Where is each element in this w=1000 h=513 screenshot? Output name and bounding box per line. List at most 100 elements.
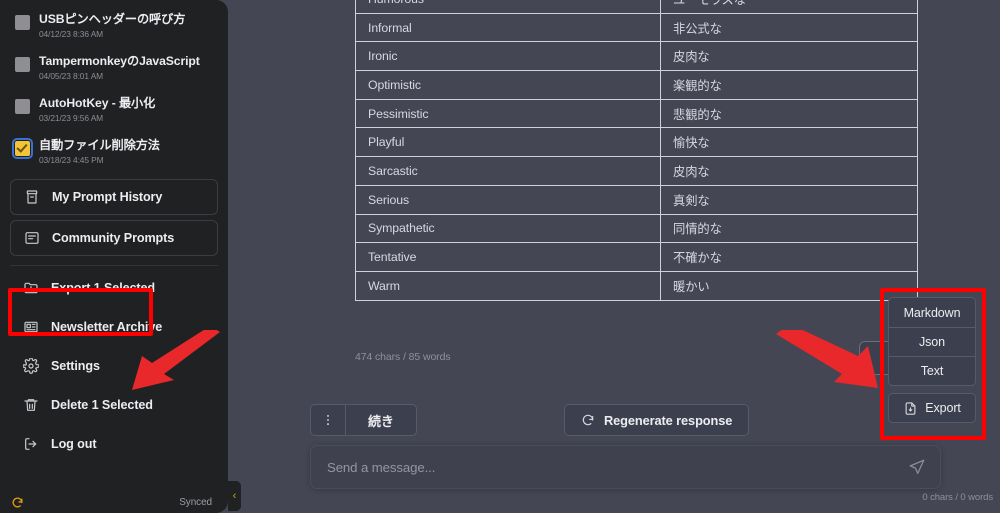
- table-row: Ironic 皮肉な: [355, 41, 918, 72]
- export-dropdown-menu: Markdown Json Text Export: [888, 297, 976, 423]
- trash-icon: [23, 397, 39, 413]
- table-cell-ja: ユーモラスな: [660, 0, 918, 14]
- table-cell-en: Humorous: [355, 0, 661, 14]
- main-content: Humorous ユーモラスな Informal 非公式な Ironic 皮肉な…: [228, 0, 1000, 513]
- send-icon[interactable]: [908, 458, 926, 476]
- app-root: USBピンヘッダーの呼び方 04/12/23 8:36 AM Tampermon…: [0, 0, 1000, 513]
- archive-icon: [24, 189, 40, 205]
- table-cell-ja: 悲観的な: [660, 98, 918, 129]
- table-cell-en: Serious: [355, 184, 661, 215]
- sync-status: Synced: [179, 496, 212, 508]
- table-cell-ja: 非公式な: [660, 12, 918, 43]
- chat-list-item-selected[interactable]: 自動ファイル削除方法 03/18/23 4:45 PM: [10, 132, 218, 174]
- sidebar-item-newsletter-archive[interactable]: Newsletter Archive: [10, 307, 218, 346]
- message-input-wrapper[interactable]: [310, 445, 941, 489]
- newspaper-icon: [23, 319, 39, 335]
- table-cell-ja: 皮肉な: [660, 156, 918, 186]
- response-actions-row: 続き Regenerate response: [228, 404, 1000, 436]
- export-confirm-button[interactable]: Export: [888, 393, 976, 423]
- table-row: Pessimistic 悲観的な: [355, 98, 918, 129]
- more-vertical-icon[interactable]: [311, 405, 346, 435]
- sidebar-collapse-toggle[interactable]: ‹: [228, 481, 241, 511]
- sidebar-item-community-prompts[interactable]: Community Prompts: [10, 220, 218, 256]
- chat-list-item[interactable]: USBピンヘッダーの呼び方 04/12/23 8:36 AM: [10, 6, 218, 48]
- chat-history-list: USBピンヘッダーの呼び方 04/12/23 8:36 AM Tampermon…: [0, 0, 228, 174]
- table-cell-en: Ironic: [355, 41, 661, 72]
- table-row: Sympathetic 同情的な: [355, 213, 918, 244]
- regenerate-response-button[interactable]: Regenerate response: [564, 404, 750, 436]
- chevron-left-icon: ‹: [232, 489, 237, 502]
- table-cell-ja: 皮肉な: [660, 41, 918, 72]
- sidebar-item-settings[interactable]: Settings: [10, 346, 218, 385]
- table-cell-en: Optimistic: [355, 70, 661, 100]
- sidebar-item-my-prompt-history[interactable]: My Prompt History: [10, 179, 218, 215]
- sidebar-divider: [10, 265, 218, 266]
- table-cell-en: Playful: [355, 127, 661, 158]
- message-char-count: 474 chars / 85 words: [355, 351, 451, 363]
- table-cell-en: Sympathetic: [355, 213, 661, 244]
- table-row: Playful 愉快な: [355, 127, 918, 158]
- chat-title: AutoHotKey - 最小化: [39, 96, 156, 110]
- book-icon: [24, 230, 40, 246]
- table-row: Informal 非公式な: [355, 12, 918, 43]
- refresh-icon[interactable]: [11, 496, 24, 509]
- export-format-text[interactable]: Text: [889, 356, 975, 385]
- sidebar-item-delete-selected[interactable]: Delete 1 Selected: [10, 385, 218, 424]
- export-label: Export: [925, 401, 961, 415]
- sidebar-item-label: Community Prompts: [52, 231, 175, 245]
- sidebar-item-label: Delete 1 Selected: [51, 397, 153, 412]
- chat-title: USBピンヘッダーの呼び方: [39, 12, 186, 26]
- table-cell-en: Pessimistic: [355, 98, 661, 129]
- chat-select-checkbox[interactable]: [15, 15, 30, 30]
- sidebar-item-label: Export 1 Selected: [51, 280, 155, 295]
- message-input[interactable]: [311, 459, 908, 475]
- sidebar-item-log-out[interactable]: Log out: [10, 424, 218, 463]
- table-row: Warm 暖かい: [355, 270, 918, 301]
- table-cell-ja: 暖かい: [660, 270, 918, 301]
- chat-date: 03/18/23 4:45 PM: [39, 155, 104, 165]
- chat-title: TampermonkeyのJavaScript: [39, 54, 200, 68]
- continue-button[interactable]: 続き: [346, 405, 416, 435]
- table-cell-ja: 不確かな: [660, 242, 918, 272]
- gear-icon: [23, 357, 39, 374]
- export-format-json[interactable]: Json: [889, 327, 975, 356]
- file-download-icon: [903, 401, 918, 416]
- table-cell-en: Sarcastic: [355, 156, 661, 186]
- sidebar-item-export-selected[interactable]: Export 1 Selected: [10, 268, 218, 307]
- sidebar-item-label: My Prompt History: [52, 190, 163, 204]
- table-cell-ja: 愉快な: [660, 127, 918, 158]
- table-cell-en: Tentative: [355, 242, 661, 272]
- chat-select-checkbox[interactable]: [15, 99, 30, 114]
- composer-zone: 続き Regenerate response Send a message...…: [228, 341, 1000, 513]
- export-format-group: Markdown Json Text: [888, 297, 976, 386]
- message-area: Humorous ユーモラスな Informal 非公式な Ironic 皮肉な…: [228, 0, 1000, 395]
- chat-select-checkbox-checked[interactable]: [12, 138, 33, 159]
- chat-date: 03/21/23 9:56 AM: [39, 113, 104, 123]
- folder-download-icon: [23, 280, 39, 296]
- table-cell-ja: 楽観的な: [660, 70, 918, 100]
- table-row: Serious 真剣な: [355, 184, 918, 215]
- continue-button-group: 続き: [310, 404, 417, 436]
- chat-date: 04/12/23 8:36 AM: [39, 29, 104, 39]
- table-row: Optimistic 楽観的な: [355, 70, 918, 100]
- sidebar: USBピンヘッダーの呼び方 04/12/23 8:36 AM Tampermon…: [0, 0, 228, 513]
- sidebar-item-label: Newsletter Archive: [51, 319, 163, 334]
- chat-title: 自動ファイル削除方法: [39, 138, 160, 152]
- table-row: Humorous ユーモラスな: [355, 0, 918, 14]
- logout-icon: [23, 436, 39, 452]
- table-cell-en: Warm: [355, 270, 661, 301]
- table-cell-ja: 真剣な: [660, 184, 918, 215]
- input-char-count: 0 chars / 0 words: [922, 492, 993, 503]
- chat-date: 04/05/23 8:01 AM: [39, 71, 104, 81]
- export-format-markdown[interactable]: Markdown: [889, 298, 975, 327]
- regenerate-label: Regenerate response: [604, 412, 733, 428]
- chat-list-item[interactable]: AutoHotKey - 最小化 03/21/23 9:56 AM: [10, 90, 218, 132]
- sidebar-footer: Synced: [0, 491, 228, 513]
- sidebar-item-label: Log out: [51, 436, 97, 451]
- table-row: Tentative 不確かな: [355, 242, 918, 272]
- chat-list-item[interactable]: TampermonkeyのJavaScript 04/05/23 8:01 AM: [10, 48, 218, 90]
- table-row: Sarcastic 皮肉な: [355, 156, 918, 186]
- table-cell-ja: 同情的な: [660, 213, 918, 244]
- tone-translation-table: Humorous ユーモラスな Informal 非公式な Ironic 皮肉な…: [355, 0, 918, 301]
- chat-select-checkbox[interactable]: [15, 57, 30, 72]
